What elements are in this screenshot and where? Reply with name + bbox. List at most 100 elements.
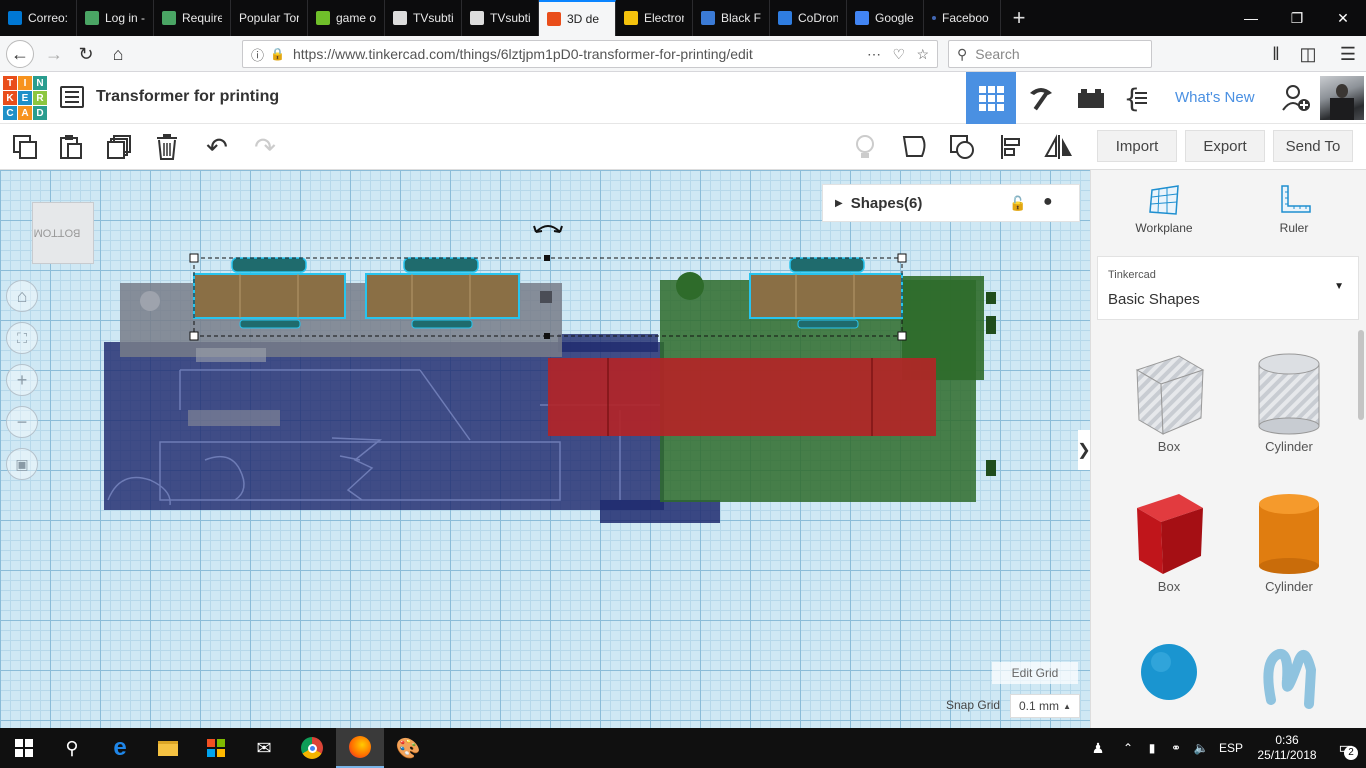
shape-cylinder-solid[interactable]: Cylinder — [1229, 486, 1349, 594]
workplane-tool[interactable]: Workplane — [1119, 182, 1209, 235]
shape-cylinder-hole[interactable]: Cylinder — [1229, 346, 1349, 454]
browser-tab[interactable]: Correo: N — [0, 0, 77, 36]
sidebar-icon[interactable]: ◫ — [1294, 40, 1322, 68]
back-button[interactable]: ← — [6, 40, 34, 68]
menu-icon[interactable]: ☰ — [1334, 40, 1362, 68]
browser-tab[interactable]: Google T — [847, 0, 924, 36]
avatar[interactable] — [1320, 76, 1364, 120]
copy-icon[interactable] — [10, 132, 40, 162]
panel-scrollbar[interactable] — [1358, 330, 1364, 420]
people-icon[interactable]: ♟ — [1080, 740, 1116, 757]
show-hidden-icons[interactable]: ⌃ — [1116, 741, 1140, 755]
chrome-icon[interactable] — [288, 728, 336, 768]
shape-scribble[interactable] — [1229, 640, 1349, 713]
browser-tab[interactable]: Popular Torr — [231, 0, 308, 36]
paste-icon[interactable] — [56, 132, 86, 162]
tab-label: Log in - — [105, 11, 145, 25]
mail-icon[interactable]: ✉ — [240, 728, 288, 768]
redo-icon[interactable]: ↷ — [250, 132, 280, 162]
clock-time: 0:36 — [1275, 733, 1299, 747]
import-button[interactable]: Import — [1097, 130, 1177, 162]
clock[interactable]: 0:36 25/11/2018 — [1248, 733, 1326, 763]
reload-button[interactable]: ↻ — [72, 40, 100, 68]
ruler-label: Ruler — [1279, 221, 1309, 235]
minimize-button[interactable]: — — [1228, 0, 1274, 36]
expand-caret-icon[interactable]: ▶ — [835, 198, 843, 209]
export-button[interactable]: Export — [1185, 130, 1265, 162]
codeblocks-button[interactable]: { } — [1116, 72, 1166, 124]
action-center-button[interactable]: ▭ 2 — [1326, 728, 1366, 768]
tinkercad-header: TIN KER CAD Transformer for printing { } W… — [0, 72, 1366, 124]
blocks-minecraft-button[interactable] — [1016, 72, 1066, 124]
url-bar[interactable]: ⓘ 🔒 https://www.tinkercad.com/things/6lz… — [242, 40, 938, 68]
edit-grid-button[interactable]: Edit Grid — [992, 662, 1078, 684]
duplicate-icon[interactable] — [104, 132, 134, 162]
browser-tab[interactable]: Faceboo — [924, 0, 1001, 36]
network-icon[interactable]: ⚭ — [1164, 741, 1188, 755]
group-shapes-icon[interactable] — [948, 132, 978, 162]
lock-toggle-icon[interactable]: 🔓 — [1009, 195, 1026, 212]
tab-label: 3D de — [567, 12, 600, 26]
shapes-inspector-panel[interactable]: ▶ Shapes(6) 🔓 ● — [822, 184, 1080, 222]
search-taskbar-button[interactable]: ⚲ — [48, 728, 96, 768]
forward-button[interactable]: → — [40, 40, 68, 68]
transformer-model[interactable] — [0, 170, 1090, 728]
project-title[interactable]: Transformer for printing — [96, 88, 279, 106]
shape-box-solid[interactable]: Box — [1109, 486, 1229, 594]
store-icon[interactable] — [192, 728, 240, 768]
close-window-button[interactable]: ✕ — [1320, 0, 1366, 36]
undo-icon[interactable]: ↶ — [202, 132, 232, 162]
browser-tab[interactable]: Electroni — [616, 0, 693, 36]
library-icon[interactable]: ‖ — [1262, 40, 1290, 68]
firefox-icon[interactable] — [336, 728, 384, 768]
paint-icon[interactable]: 🎨 — [384, 728, 432, 768]
info-icon[interactable]: ⓘ — [251, 45, 264, 64]
browser-tab[interactable]: game of — [308, 0, 385, 36]
browser-tab[interactable]: Required — [154, 0, 231, 36]
brick-icon — [1078, 89, 1104, 108]
visibility-bulb-icon[interactable]: ● — [1043, 193, 1053, 211]
box-hole-icon — [1135, 355, 1205, 435]
home-button[interactable]: ⌂ — [104, 40, 132, 68]
bricks-lego-button[interactable] — [1066, 72, 1116, 124]
search-bar[interactable]: ⚲ Search — [948, 40, 1152, 68]
restore-button[interactable]: ❐ — [1274, 0, 1320, 36]
delete-icon[interactable] — [152, 132, 182, 162]
ruler-tool[interactable]: Ruler — [1249, 182, 1339, 235]
note-icon[interactable] — [900, 132, 930, 162]
panel-collapse-toggle[interactable]: ❯ — [1077, 430, 1090, 470]
edge-icon[interactable]: e — [96, 728, 144, 768]
red-part[interactable] — [548, 358, 936, 436]
tab-label: TVsubtit — [490, 11, 530, 25]
browser-tab[interactable]: Black Fri — [693, 0, 770, 36]
pocket-icon[interactable]: ♡ — [892, 46, 905, 63]
battery-icon[interactable]: ▮ — [1140, 741, 1164, 755]
bookmark-star-icon[interactable]: ☆ — [916, 46, 929, 63]
lightbulb-icon[interactable] — [850, 132, 880, 162]
browser-tab[interactable]: Log in - — [77, 0, 154, 36]
tinkercad-logo[interactable]: TIN KER CAD — [3, 76, 47, 120]
send-to-button[interactable]: Send To — [1273, 130, 1353, 162]
browser-tab[interactable]: TVsubtit — [385, 0, 462, 36]
mirror-icon[interactable] — [1044, 132, 1074, 162]
browser-tab[interactable]: 3D de — [539, 0, 616, 36]
add-user-icon[interactable] — [1280, 82, 1312, 114]
language-indicator[interactable]: ESP — [1214, 741, 1248, 755]
volume-icon[interactable]: 🔈 — [1188, 741, 1214, 755]
align-icon[interactable] — [996, 132, 1026, 162]
new-tab-button[interactable]: + — [1001, 0, 1037, 36]
shape-library-select[interactable]: Tinkercad Basic Shapes ▼ — [1097, 256, 1359, 320]
workplane-canvas[interactable]: BOTTOM ⌂ ⛶ + − ▣ ▶ Shapes(6) 🔓 ● Edit Gr… — [0, 170, 1090, 728]
start-button[interactable] — [0, 728, 48, 768]
browser-tab[interactable]: CoDrone — [770, 0, 847, 36]
snap-grid-select[interactable]: 0.1 mm ▲ — [1010, 694, 1080, 718]
shape-box-hole[interactable]: Box — [1109, 346, 1229, 454]
shape-sphere[interactable] — [1109, 640, 1229, 713]
design-list-icon[interactable] — [60, 86, 84, 108]
tab-label: game of — [336, 11, 376, 25]
browser-tab[interactable]: TVsubtit — [462, 0, 539, 36]
file-explorer-icon[interactable] — [144, 728, 192, 768]
3d-view-button[interactable] — [966, 72, 1016, 124]
whats-new-link[interactable]: What's New — [1175, 89, 1255, 106]
page-actions-icon[interactable]: ⋯ — [867, 46, 881, 63]
